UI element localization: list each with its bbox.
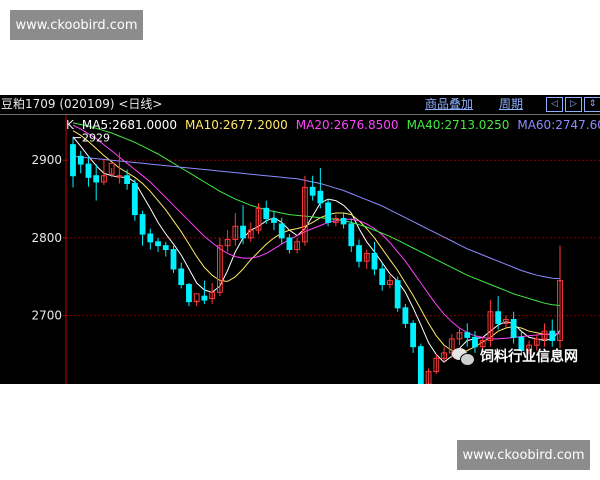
candle-body [417,346,424,384]
legend-ma10: MA10:2677.2000 [185,118,288,132]
ma-line-ma5 [72,136,561,363]
candle-body [170,249,177,270]
candle-body [348,223,355,247]
y-tick-label: 2800 [31,231,62,245]
candle-body [93,175,100,183]
wechat-watermark: 饲料行业信息网 [452,346,578,366]
candle-body [309,186,316,196]
ma-line-ma20 [72,124,561,340]
chart-header: 豆粕1709 (020109) <日线> 商品叠加 周期 ◁ ▷ ⇕ [0,95,600,115]
legend-ma60: MA60:2747.6000 [517,118,600,132]
candlestick-chart: 27002800290029292604 [31,115,600,384]
candle-body [124,175,131,185]
candle-body [325,202,331,223]
ma-line-ma40 [72,122,561,306]
kline-chart-panel: 27002800290029292604 豆粕1709 (020109) <日线… [0,95,600,384]
watermark-bottom: www.ckoobird.com [457,440,590,470]
chart-nav-buttons: ◁ ▷ ⇕ [546,97,600,112]
candle-body [402,307,409,324]
candle-body [317,190,324,204]
candle-body [263,207,270,219]
candle-body [70,144,76,177]
candle-body [549,330,556,341]
legend-ma20: MA20:2676.8500 [295,118,399,132]
candle-body [495,311,502,324]
candle-body [371,252,378,270]
candle-body [278,223,285,239]
legend-ma5: MA5:2681.0000 [81,118,178,132]
candle-body [356,245,362,262]
y-tick-label: 2900 [31,153,62,167]
candle-body [286,237,293,251]
watermark-top: www.ckoobird.com [10,10,143,40]
candle-body [162,245,169,251]
candle-body [394,280,401,309]
y-tick-label: 2700 [31,309,62,323]
zoom-icon[interactable]: ⇕ [584,97,600,112]
candle-body [201,295,208,301]
k-label: K [66,118,74,132]
wechat-icon [452,347,475,366]
commodity-overlay-button[interactable]: 商品叠加 [425,96,473,112]
annotation-high-label: 2929 [82,132,110,145]
candle-body [240,225,246,239]
candle-body [139,214,146,235]
candle-body [379,268,386,286]
candle-body [77,155,84,165]
legend-ma40: MA40:2713.0250 [406,118,510,132]
candle-body [147,233,154,243]
candle-body [186,284,192,303]
scroll-right-icon[interactable]: ▷ [565,97,582,112]
candle-body [271,217,277,223]
candle-body [340,217,347,225]
candle-body [85,163,92,178]
candle-body [410,322,417,348]
ma-legend: K MA5:2681.0000 MA10:2677.2000 MA20:2676… [66,118,600,132]
candle-body [510,319,517,338]
candle-body [464,332,471,338]
period-button[interactable]: 周期 [499,96,523,112]
scroll-left-icon[interactable]: ◁ [546,97,563,112]
watermark-overlay-text: 饲料行业信息网 [480,349,578,365]
candle-body [131,183,138,216]
candle-body [155,241,161,247]
candle-body [178,268,185,286]
symbol-title: 豆粕1709 (020109) <日线> [1,97,163,111]
